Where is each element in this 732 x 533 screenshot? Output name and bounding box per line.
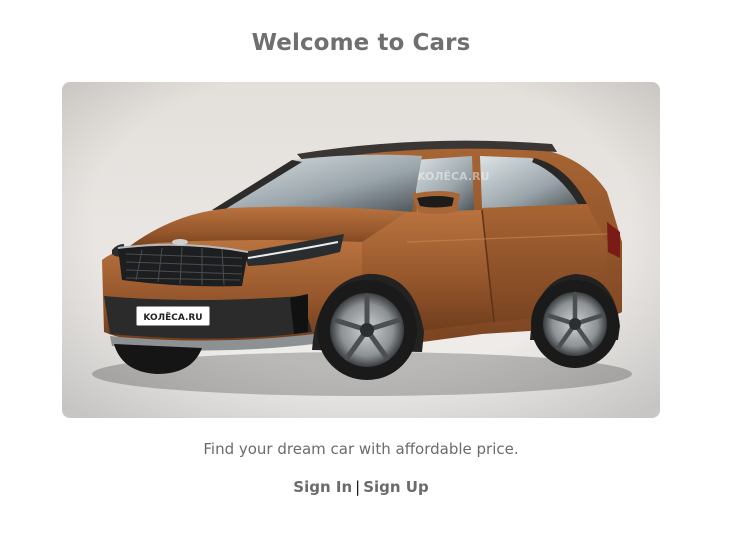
- hero-car-image: KOЛЁCA.RU KOЛЁCA.RU: [62, 82, 660, 418]
- tagline: Find your dream car with affordable pric…: [203, 440, 519, 458]
- auth-links: Sign In | Sign Up: [0, 478, 722, 496]
- page-title: Welcome to Cars: [251, 30, 471, 56]
- auth-separator: |: [355, 478, 361, 496]
- watermark-text: KOЛЁCA.RU: [417, 169, 489, 183]
- page: Welcome to Cars KOЛЁCA.RU KOЛЁCA.RU Find…: [0, 0, 732, 533]
- sign-in-link[interactable]: Sign In: [293, 478, 352, 496]
- license-plate-text: KOЛЁCA.RU: [143, 312, 202, 323]
- sign-up-link[interactable]: Sign Up: [363, 478, 429, 496]
